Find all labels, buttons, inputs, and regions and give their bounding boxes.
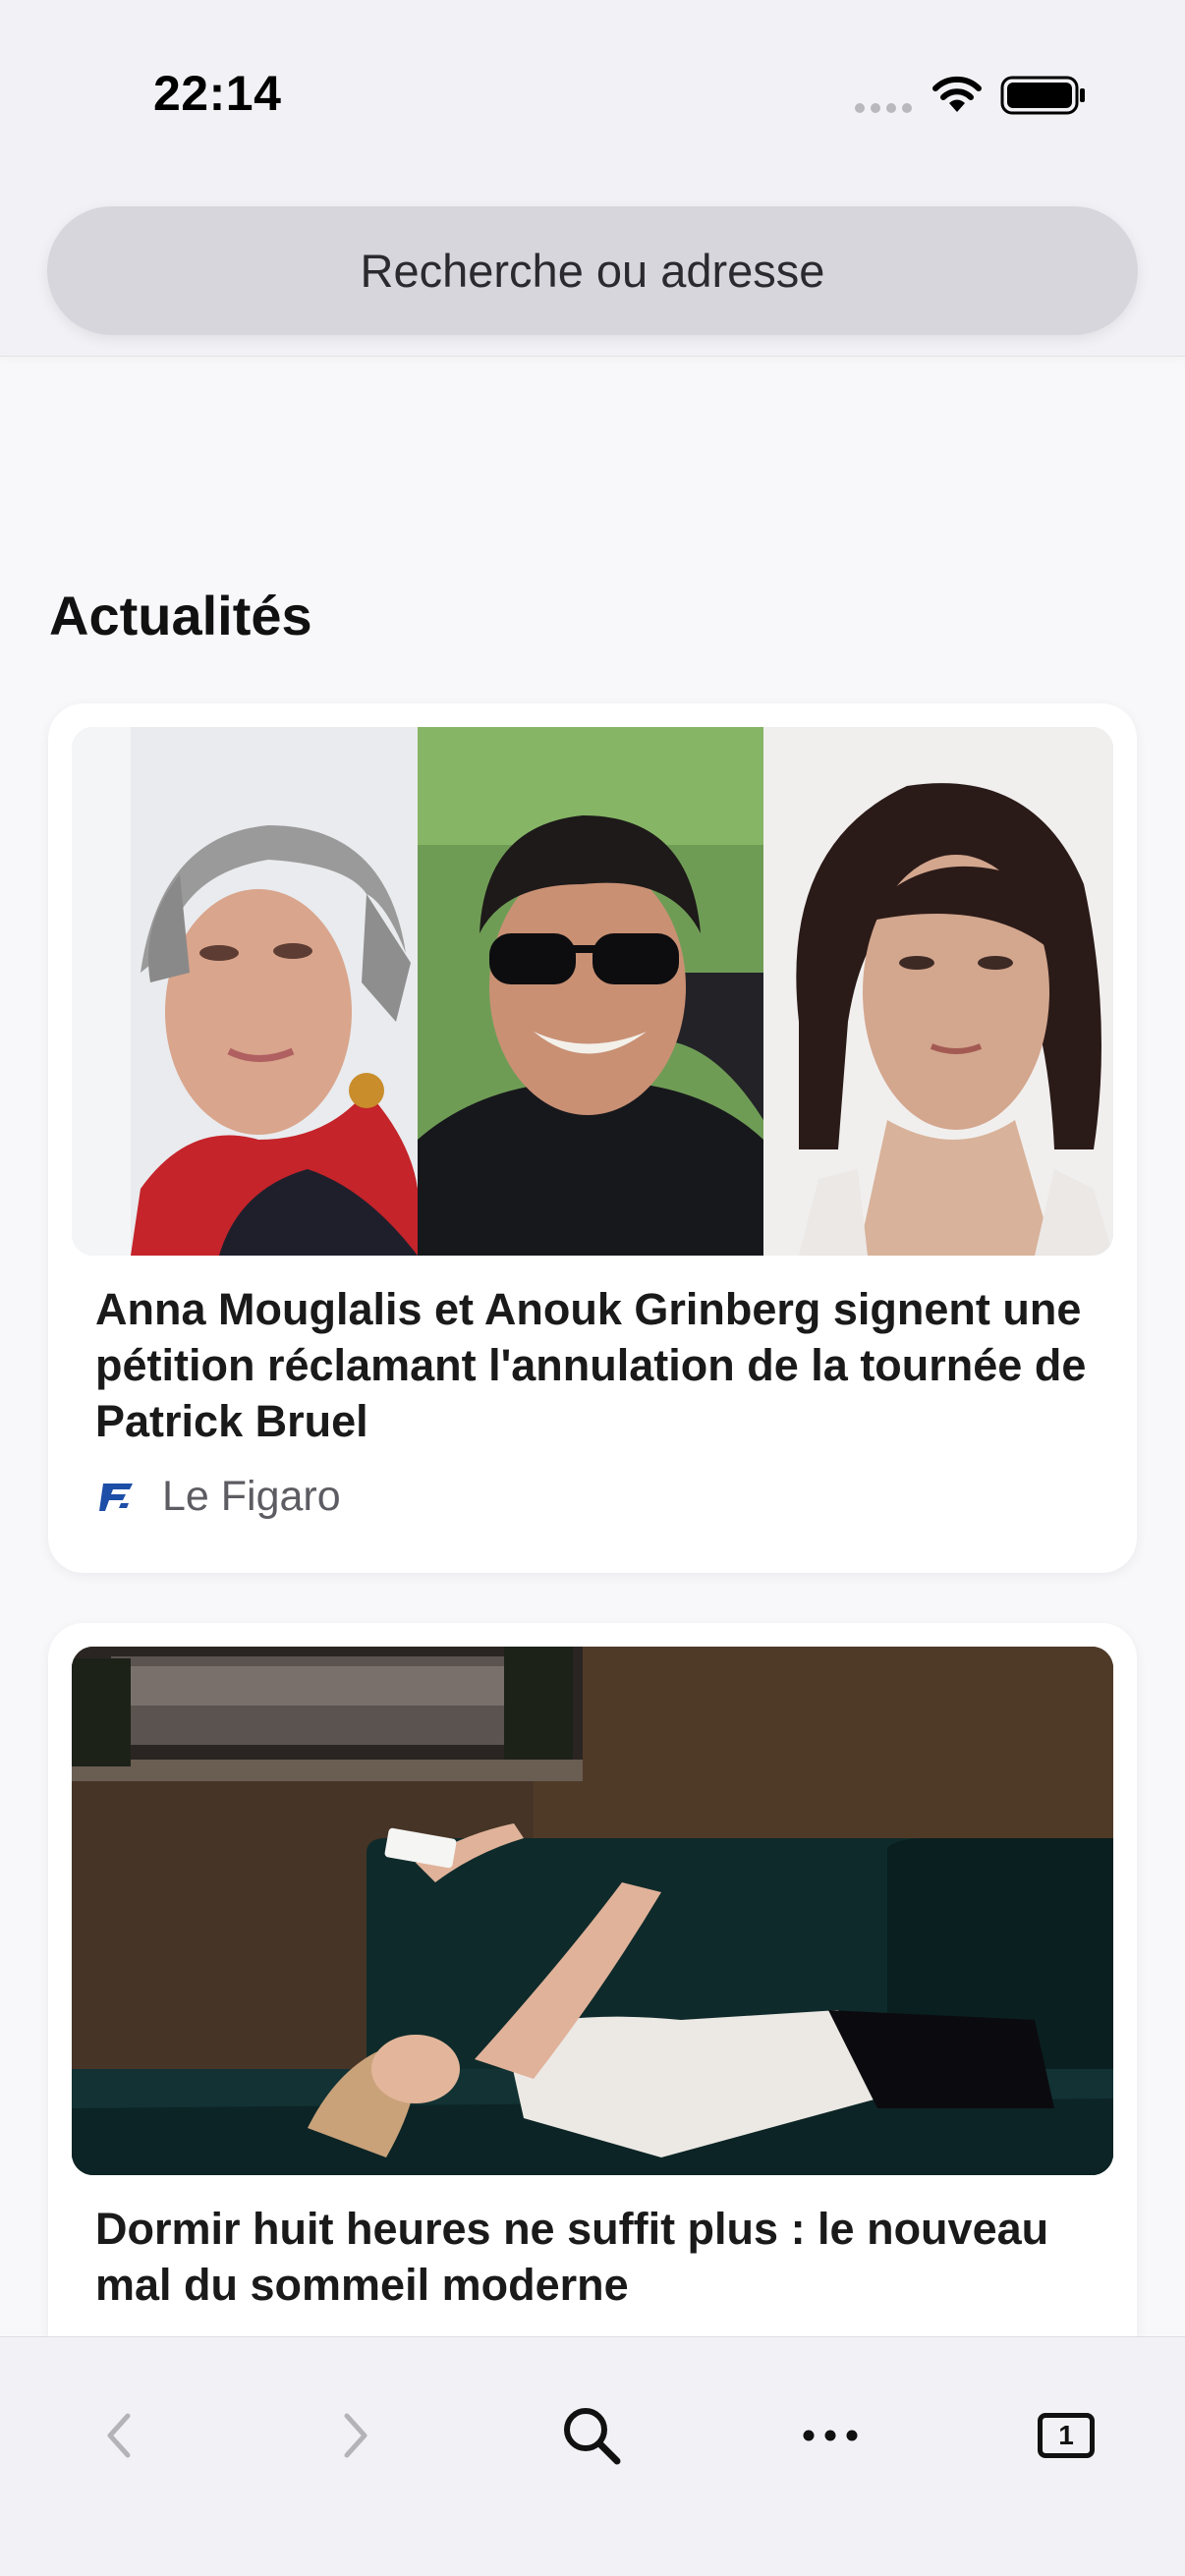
- tabs-icon: 1: [1038, 2413, 1095, 2458]
- tabs-button[interactable]: 1: [1007, 2377, 1125, 2494]
- search-icon: [564, 2408, 621, 2465]
- forward-icon: [344, 2413, 367, 2458]
- news-card[interactable]: Anna Mouglalis et Anouk Grinberg signent…: [48, 703, 1137, 1573]
- browser-screen: 22:14 Recherche ou adresse Actualités An…: [0, 0, 1185, 2576]
- article-source: Le Figaro: [99, 1472, 341, 1521]
- le-figaro-logo-icon: [99, 1484, 133, 1511]
- tab-count: 1: [1058, 2420, 1074, 2450]
- more-icon: [803, 2430, 858, 2441]
- status-icons: [792, 0, 1185, 196]
- section-title-news: Actualités: [49, 585, 312, 646]
- battery-icon: [1000, 76, 1085, 115]
- more-menu-button[interactable]: [771, 2377, 889, 2494]
- search-button[interactable]: [533, 2377, 650, 2494]
- status-time: 22:14: [153, 66, 282, 121]
- address-search-field[interactable]: Recherche ou adresse: [47, 206, 1138, 335]
- article-image-portraits[interactable]: [72, 727, 1113, 1256]
- article-headline[interactable]: Dormir huit heures ne suffit plus : le n…: [95, 2201, 1117, 2313]
- wifi-icon: [932, 76, 982, 112]
- three-portraits-photo: [72, 727, 1113, 1256]
- back-button[interactable]: [59, 2377, 177, 2494]
- article-image-sleep[interactable]: [72, 1647, 1113, 2175]
- forward-button[interactable]: [298, 2377, 416, 2494]
- back-icon: [107, 2413, 131, 2458]
- bottom-toolbar: 1: [0, 2336, 1185, 2576]
- source-name: Le Figaro: [162, 1472, 341, 1520]
- cellular-signal-icon: [855, 103, 912, 113]
- article-headline[interactable]: Anna Mouglalis et Anouk Grinberg signent…: [95, 1281, 1117, 1449]
- woman-lying-on-couch-with-phone-photo: [72, 1647, 1113, 2175]
- top-bar: 22:14 Recherche ou adresse: [0, 0, 1185, 357]
